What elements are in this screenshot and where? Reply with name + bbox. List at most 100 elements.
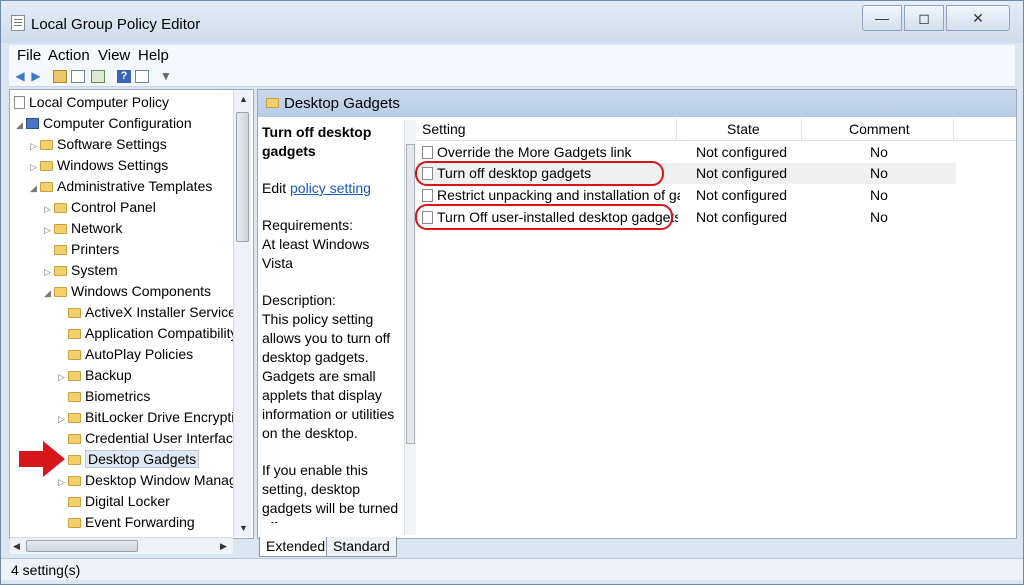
tree-item-label: Windows Settings — [57, 157, 169, 173]
tree-item-activex[interactable]: ActiveX Installer Service — [58, 302, 236, 322]
table-row[interactable]: Restrict unpacking and installation of g… — [416, 185, 956, 206]
tree-vertical-scroll-thumb[interactable] — [236, 112, 249, 242]
tree-item-label: Credential User Interface — [85, 430, 241, 446]
tree-item-label: Administrative Templates — [57, 178, 213, 194]
minimize-button[interactable]: — — [862, 5, 902, 31]
policy-icon — [14, 96, 25, 109]
properties-icon[interactable] — [135, 70, 149, 83]
details-pane: Desktop Gadgets Turn off desktop gadgets… — [257, 89, 1017, 539]
tree-item-label: Biometrics — [85, 388, 151, 404]
tree-item-desktop-gadgets[interactable]: Desktop Gadgets — [58, 449, 200, 469]
expand-arrow-icon[interactable]: ▷ — [44, 262, 54, 282]
expand-arrow-icon[interactable]: ▷ — [44, 220, 54, 240]
scroll-up-arrow-icon[interactable]: ▲ — [239, 94, 248, 104]
column-header-comment[interactable]: Comment — [849, 121, 910, 137]
menu-view[interactable]: View — [98, 47, 130, 64]
setting-state: Not configured — [696, 144, 788, 160]
policy-editor-icon — [11, 15, 25, 31]
scroll-left-arrow-icon[interactable]: ◀ — [13, 541, 20, 552]
tree-item-windows-components[interactable]: ◢ Windows Components — [44, 281, 211, 301]
tree-item-backup[interactable]: ▷ Backup — [58, 365, 132, 385]
folder-icon — [68, 434, 81, 444]
show-hide-tree-icon[interactable] — [71, 70, 85, 83]
folder-icon — [40, 140, 53, 150]
expand-arrow-icon[interactable]: ▷ — [58, 367, 68, 387]
tree-item-control-panel[interactable]: ▷ Control Panel — [44, 197, 156, 217]
scroll-right-arrow-icon[interactable]: ▶ — [220, 541, 227, 552]
expand-arrow-icon[interactable]: ▷ — [30, 157, 40, 177]
column-header-setting[interactable]: Setting — [422, 121, 466, 137]
description-scrollbar[interactable] — [404, 120, 416, 535]
details-header: Desktop Gadgets — [258, 90, 1016, 117]
tree-item-label: System — [71, 262, 118, 278]
tree-item-printers[interactable]: Printers — [44, 239, 119, 259]
column-header-state[interactable]: State — [727, 121, 760, 137]
red-annotation-arrow-icon — [19, 441, 65, 477]
collapse-arrow-icon[interactable]: ◢ — [16, 115, 26, 135]
description-scroll-thumb[interactable] — [406, 144, 415, 444]
tree-item-label: Backup — [85, 367, 132, 383]
expand-arrow-icon[interactable]: ▷ — [30, 136, 40, 156]
tree-item-software-settings[interactable]: ▷ Software Settings — [30, 134, 167, 154]
tab-standard[interactable]: Standard — [326, 537, 397, 557]
scroll-down-arrow-icon[interactable]: ▼ — [239, 523, 248, 533]
tree-item-label: Software Settings — [57, 136, 167, 152]
forward-icon[interactable]: ▶ — [29, 70, 43, 83]
expand-arrow-icon[interactable]: ▷ — [58, 409, 68, 429]
requirements-value: At least Windows Vista — [262, 236, 370, 271]
tree-item-local-computer-policy[interactable]: Local Computer Policy — [14, 92, 169, 112]
filter-icon[interactable]: ▼ — [159, 70, 173, 83]
tree-vertical-scrollbar[interactable]: ▲ ▼ — [233, 90, 251, 537]
collapse-arrow-icon[interactable]: ◢ — [44, 283, 54, 303]
tree-item-biometrics[interactable]: Biometrics — [58, 386, 150, 406]
setting-comment: No — [870, 209, 888, 225]
tree-item-credential-user-interface[interactable]: Credential User Interface — [58, 428, 241, 448]
table-row[interactable]: Override the More Gadgets link Not confi… — [416, 142, 956, 163]
folder-icon — [68, 350, 81, 360]
tree-item-label: BitLocker Drive Encryption — [85, 409, 250, 425]
tree-item-event-forwarding[interactable]: Event Forwarding — [58, 512, 195, 532]
tree-item-label: Local Computer Policy — [29, 94, 170, 110]
tree-item-digital-locker[interactable]: Digital Locker — [58, 491, 170, 511]
folder-icon — [68, 329, 81, 339]
app-window: Local Group Policy Editor — ◻ ✕ File Act… — [0, 0, 1024, 585]
back-icon[interactable]: ◀ — [13, 70, 27, 83]
maximize-button[interactable]: ◻ — [904, 5, 944, 31]
tree-item-application-compatibility[interactable]: Application Compatibility — [58, 323, 238, 343]
collapse-arrow-icon[interactable]: ◢ — [30, 178, 40, 198]
tree-item-desktop-window-manager[interactable]: ▷ Desktop Window Manager — [58, 470, 249, 490]
tree-item-label: Printers — [71, 241, 120, 257]
expand-arrow-icon[interactable]: ▷ — [44, 199, 54, 219]
tab-extended[interactable]: Extended — [259, 537, 333, 557]
requirements-block: Requirements: At least Windows Vista — [262, 216, 404, 273]
tree-item-windows-settings[interactable]: ▷ Windows Settings — [30, 155, 168, 175]
description-text: This policy setting allows you to turn o… — [262, 311, 395, 441]
menu-file[interactable]: File — [17, 47, 41, 64]
tree-item-network[interactable]: ▷ Network — [44, 218, 122, 238]
menu-action[interactable]: Action — [48, 47, 90, 64]
tree-item-label: ActiveX Installer Service — [85, 304, 236, 320]
status-text: 4 setting(s) — [11, 562, 81, 578]
tree-item-bitlocker[interactable]: ▷ BitLocker Drive Encryption — [58, 407, 250, 427]
up-folder-icon[interactable] — [53, 70, 67, 83]
policy-setting-icon — [422, 189, 433, 202]
edit-policy-setting-link[interactable]: policy setting — [290, 180, 371, 196]
title-bar: Local Group Policy Editor — ◻ ✕ — [1, 1, 1023, 43]
tree-item-autoplay[interactable]: AutoPlay Policies — [58, 344, 193, 364]
description-title: Turn off desktop gadgets — [262, 124, 372, 159]
setting-comment: No — [870, 165, 888, 181]
menu-help[interactable]: Help — [138, 47, 169, 64]
tree-item-computer-configuration[interactable]: ◢ Computer Configuration — [16, 113, 192, 133]
folder-icon — [68, 308, 81, 318]
tree-item-system[interactable]: ▷ System — [44, 260, 118, 280]
menu-bar: File Action View Help — [9, 45, 1015, 67]
export-list-icon[interactable] — [91, 70, 105, 83]
folder-icon — [68, 413, 81, 423]
tree-item-label: Desktop Window Manager — [85, 472, 250, 488]
extended-description-panel: Turn off desktop gadgets Edit policy set… — [262, 123, 404, 523]
tree-horizontal-scroll-thumb[interactable] — [26, 540, 138, 552]
tree-horizontal-scrollbar[interactable]: ◀ ▶ — [10, 537, 233, 554]
close-button[interactable]: ✕ — [946, 5, 1010, 31]
help-icon[interactable]: ? — [117, 70, 131, 83]
tree-item-administrative-templates[interactable]: ◢ Administrative Templates — [30, 176, 212, 196]
